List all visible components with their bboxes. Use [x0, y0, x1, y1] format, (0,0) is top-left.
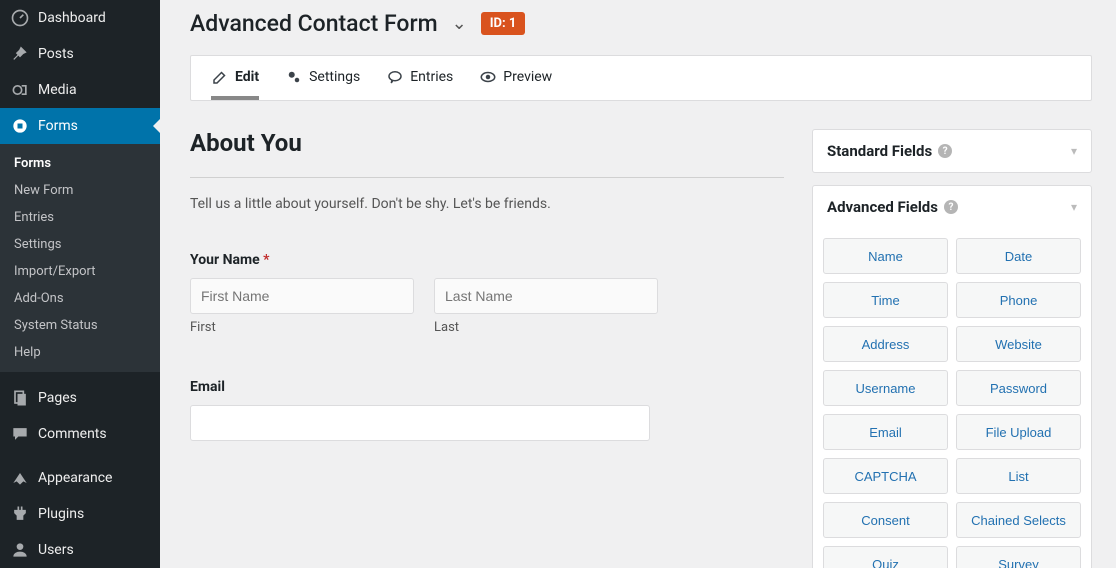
- panel-title: Advanced Fields: [827, 198, 938, 216]
- comments-icon: [10, 424, 30, 444]
- advanced-fields-grid: Name Date Time Phone Address Website Use…: [813, 228, 1091, 568]
- tab-label: Entries: [410, 69, 453, 85]
- sidebar-label: Pages: [38, 390, 77, 406]
- sidebar-label: Forms: [38, 118, 78, 134]
- sidebar-label: Media: [38, 82, 77, 98]
- sidebar-label: Users: [38, 542, 74, 558]
- pages-icon: [10, 388, 30, 408]
- field-button-consent[interactable]: Consent: [823, 502, 948, 538]
- appearance-icon: [10, 468, 30, 488]
- chevron-down-icon: ▾: [1071, 144, 1077, 158]
- field-email[interactable]: Email: [190, 379, 784, 441]
- sidebar-item-media[interactable]: Media: [0, 72, 160, 108]
- tab-label: Settings: [309, 69, 360, 85]
- sidebar-item-plugins[interactable]: Plugins: [0, 496, 160, 532]
- form-tabbar: Edit Settings Entries Preview: [190, 55, 1092, 101]
- sidebar-label: Plugins: [38, 506, 84, 522]
- admin-sidebar: Dashboard Posts Media Forms Forms New Fo…: [0, 0, 160, 568]
- field-button-username[interactable]: Username: [823, 370, 948, 406]
- section-title: About You: [190, 129, 784, 157]
- users-icon: [10, 540, 30, 560]
- sidebar-item-pages[interactable]: Pages: [0, 380, 160, 416]
- help-icon[interactable]: ?: [938, 144, 952, 158]
- standard-fields-toggle[interactable]: Standard Fields? ▾: [813, 130, 1091, 172]
- pin-icon: [10, 44, 30, 64]
- field-button-phone[interactable]: Phone: [956, 282, 1081, 318]
- last-name-sublabel: Last: [434, 320, 658, 335]
- gears-icon: [285, 68, 303, 86]
- submenu-item-new-form[interactable]: New Form: [0, 177, 160, 204]
- field-button-survey[interactable]: Survey: [956, 546, 1081, 568]
- sidebar-item-appearance[interactable]: Appearance: [0, 460, 160, 496]
- last-name-input[interactable]: [434, 278, 658, 314]
- advanced-fields-section: Advanced Fields? ▾ Name Date Time Phone …: [812, 185, 1092, 568]
- field-button-address[interactable]: Address: [823, 326, 948, 362]
- field-button-chained-selects[interactable]: Chained Selects: [956, 502, 1081, 538]
- plugins-icon: [10, 504, 30, 524]
- tab-entries[interactable]: Entries: [386, 56, 453, 100]
- help-icon[interactable]: ?: [944, 200, 958, 214]
- sidebar-label: Appearance: [38, 470, 112, 486]
- section-description: Tell us a little about yourself. Don't b…: [190, 177, 784, 212]
- field-button-date[interactable]: Date: [956, 238, 1081, 274]
- sidebar-label: Dashboard: [38, 10, 106, 26]
- sidebar-label: Comments: [38, 426, 107, 442]
- tab-settings[interactable]: Settings: [285, 56, 360, 100]
- dashboard-icon: [10, 8, 30, 28]
- field-button-time[interactable]: Time: [823, 282, 948, 318]
- field-button-list[interactable]: List: [956, 458, 1081, 494]
- submenu-item-addons[interactable]: Add-Ons: [0, 285, 160, 312]
- submenu-item-forms[interactable]: Forms: [0, 150, 160, 177]
- field-label: Your Name *: [190, 252, 784, 268]
- standard-fields-section: Standard Fields? ▾: [812, 129, 1092, 173]
- forms-icon: [10, 116, 30, 136]
- email-input[interactable]: [190, 405, 650, 441]
- submenu-item-settings[interactable]: Settings: [0, 231, 160, 258]
- first-name-input[interactable]: [190, 278, 414, 314]
- first-name-sublabel: First: [190, 320, 414, 335]
- field-button-password[interactable]: Password: [956, 370, 1081, 406]
- submenu-item-system-status[interactable]: System Status: [0, 312, 160, 339]
- field-your-name[interactable]: Your Name * First Last: [190, 252, 784, 335]
- form-header: Advanced Contact Form ⌄ ID: 1: [190, 0, 1092, 55]
- field-label: Email: [190, 379, 784, 395]
- form-title: Advanced Contact Form: [190, 10, 438, 37]
- tab-label: Edit: [235, 69, 259, 85]
- field-button-email[interactable]: Email: [823, 414, 948, 450]
- required-marker: *: [263, 252, 269, 268]
- media-icon: [10, 80, 30, 100]
- main-content: Advanced Contact Form ⌄ ID: 1 Edit Setti…: [160, 0, 1116, 568]
- eye-icon: [479, 68, 497, 86]
- submenu-item-entries[interactable]: Entries: [0, 204, 160, 231]
- sidebar-item-users[interactable]: Users: [0, 532, 160, 568]
- speech-icon: [386, 68, 404, 86]
- field-button-file-upload[interactable]: File Upload: [956, 414, 1081, 450]
- field-button-name[interactable]: Name: [823, 238, 948, 274]
- fields-panel: Standard Fields? ▾ Advanced Fields? ▾ Na…: [812, 129, 1092, 568]
- sidebar-item-forms[interactable]: Forms: [0, 108, 160, 144]
- form-switcher-chevron[interactable]: ⌄: [452, 13, 467, 34]
- form-id-badge: ID: 1: [481, 12, 526, 35]
- tab-edit[interactable]: Edit: [211, 56, 259, 100]
- sidebar-item-posts[interactable]: Posts: [0, 36, 160, 72]
- form-editor: About You Tell us a little about yoursel…: [190, 129, 784, 568]
- chevron-down-icon: ▾: [1071, 200, 1077, 214]
- field-button-captcha[interactable]: CAPTCHA: [823, 458, 948, 494]
- tab-label: Preview: [503, 69, 552, 85]
- sidebar-item-dashboard[interactable]: Dashboard: [0, 0, 160, 36]
- sidebar-item-comments[interactable]: Comments: [0, 416, 160, 452]
- edit-icon: [211, 68, 229, 86]
- sidebar-submenu-forms: Forms New Form Entries Settings Import/E…: [0, 144, 160, 372]
- panel-title: Standard Fields: [827, 142, 932, 160]
- sidebar-label: Posts: [38, 46, 74, 62]
- field-button-quiz[interactable]: Quiz: [823, 546, 948, 568]
- field-button-website[interactable]: Website: [956, 326, 1081, 362]
- tab-preview[interactable]: Preview: [479, 56, 552, 100]
- field-label-text: Your Name: [190, 252, 260, 268]
- submenu-item-help[interactable]: Help: [0, 339, 160, 366]
- submenu-item-import-export[interactable]: Import/Export: [0, 258, 160, 285]
- advanced-fields-toggle[interactable]: Advanced Fields? ▾: [813, 186, 1091, 228]
